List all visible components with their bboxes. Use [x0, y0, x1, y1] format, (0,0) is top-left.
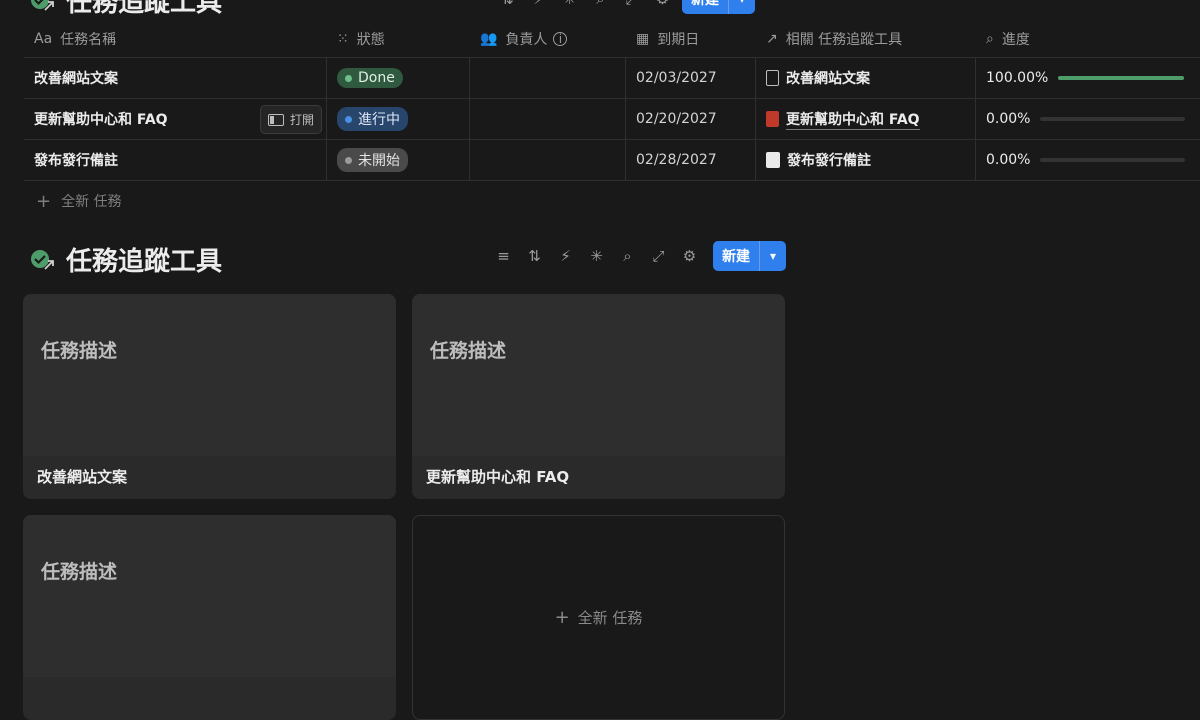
status-badge[interactable]: 未開始: [337, 148, 408, 172]
progress: 0.00%: [986, 152, 1186, 168]
status-dot: [345, 74, 352, 82]
gallery-card[interactable]: 任務描述 改善網站文案: [23, 294, 396, 499]
table-header: Aa 任務名稱 ⁙ 狀態 👥 負責人 i ▦ 到期日 ↗ 相關 任務追蹤工具 ⌕ 進度: [24, 20, 1200, 58]
sort-icon[interactable]: ⇅: [492, 0, 523, 13]
col-header-progress[interactable]: ⌕ 進度: [976, 20, 1196, 57]
doc-icon: [766, 70, 779, 86]
top-db-title[interactable]: 任務追蹤工具: [30, 0, 222, 19]
search-icon[interactable]: ⌕: [612, 242, 643, 270]
book-icon: [766, 111, 779, 127]
info-icon[interactable]: i: [553, 31, 568, 46]
card-cover: [23, 294, 396, 456]
calendar-icon: ▦: [636, 30, 650, 47]
due-date[interactable]: 02/20/2027: [636, 111, 717, 127]
due-date[interactable]: 02/03/2027: [636, 70, 717, 86]
progress-bar: [1040, 117, 1186, 121]
col-header-name[interactable]: Aa 任務名稱: [24, 20, 327, 57]
card-cover: [23, 515, 396, 677]
notepad-icon: [766, 152, 780, 168]
col-header-assignee[interactable]: 👥 負責人 i: [470, 20, 626, 57]
add-task-row[interactable]: + 全新 任務: [24, 181, 1200, 221]
progress-fill: [1058, 76, 1185, 80]
related-link[interactable]: 更新幫助中心和 FAQ: [766, 109, 920, 130]
card-description: 任務描述: [430, 340, 507, 362]
task-name[interactable]: 改善網站文案: [34, 68, 118, 88]
sort-icon[interactable]: ⇅: [519, 242, 550, 270]
chevron-down-icon[interactable]: ▾: [728, 0, 755, 14]
status-dot: [345, 156, 352, 164]
card-cover: [412, 294, 785, 456]
check-link-icon: [30, 247, 56, 273]
expand-icon[interactable]: ⤢: [616, 0, 647, 13]
gallery-db-toolbar: ≡ ⇅ ⚡ ✳ ⌕ ⤢ ⚙ 新建 ▾: [488, 241, 786, 271]
open-button[interactable]: 打開: [259, 105, 322, 134]
settings-icon[interactable]: ⚙: [674, 242, 705, 270]
card-description: 任務描述: [41, 561, 118, 583]
plus-icon: +: [554, 607, 570, 628]
table-row[interactable]: 更新幫助中心和 FAQ 打開 進行中 02/20/2027 更新幫助中心和 FA…: [24, 99, 1200, 140]
arrow-up-right-icon: ↗: [766, 30, 778, 47]
task-table: Aa 任務名稱 ⁙ 狀態 👥 負責人 i ▦ 到期日 ↗ 相關 任務追蹤工具 ⌕ 進度 改善網…: [24, 20, 1200, 221]
status-icon: ⁙: [337, 30, 349, 47]
plus-icon: +: [36, 190, 52, 212]
task-name[interactable]: 更新幫助中心和 FAQ: [34, 109, 168, 129]
expand-icon[interactable]: ⤢: [643, 242, 674, 270]
related-link[interactable]: 發布發行備註: [766, 150, 871, 170]
gallery-db-title[interactable]: 任務追蹤工具: [30, 241, 222, 278]
status-badge[interactable]: 進行中: [337, 107, 408, 131]
filter-icon[interactable]: ≡: [488, 242, 519, 270]
related-link[interactable]: 改善網站文案: [766, 68, 870, 88]
automation-icon[interactable]: ⚡: [523, 0, 554, 13]
add-task-card[interactable]: + 全新 任務: [412, 515, 785, 720]
sidepeek-icon: [267, 113, 284, 126]
ai-icon[interactable]: ✳: [554, 0, 585, 13]
text-type-icon: Aa: [34, 30, 53, 47]
task-name[interactable]: 發布發行備註: [34, 150, 118, 170]
automation-icon[interactable]: ⚡: [550, 242, 581, 270]
card-title: 更新幫助中心和 FAQ: [426, 468, 570, 486]
assignee-cell[interactable]: [470, 99, 626, 139]
check-link-icon: [30, 0, 56, 14]
people-icon: 👥: [480, 30, 498, 47]
status-dot: [345, 115, 352, 123]
card-title: 改善網站文案: [37, 468, 128, 486]
table-row[interactable]: 發布發行備註 未開始 02/28/2027 發布發行備註 0.00%: [24, 140, 1200, 181]
progress-bar: [1040, 158, 1186, 162]
assignee-cell[interactable]: [470, 58, 626, 98]
progress: 100.00%: [986, 70, 1185, 86]
col-header-status[interactable]: ⁙ 狀態: [327, 20, 470, 57]
gallery-new-button[interactable]: 新建 ▾: [713, 241, 786, 271]
gallery-card[interactable]: 任務描述 更新幫助中心和 FAQ: [412, 294, 785, 499]
due-date[interactable]: 02/28/2027: [636, 152, 717, 168]
progress-bar: [1058, 76, 1185, 80]
search-icon[interactable]: ⌕: [585, 0, 616, 13]
search-icon: ⌕: [986, 30, 994, 47]
col-header-due[interactable]: ▦ 到期日: [626, 20, 756, 57]
table-row[interactable]: 改善網站文案 Done 02/03/2027 改善網站文案 100.00%: [24, 58, 1200, 99]
top-db-toolbar: ⇅ ⚡ ✳ ⌕ ⤢ ⚙ 新建 ▾: [492, 0, 755, 14]
progress: 0.00%: [986, 111, 1186, 127]
gallery-card[interactable]: 任務描述: [23, 515, 396, 720]
top-new-button[interactable]: 新建 ▾: [682, 0, 755, 14]
col-header-related[interactable]: ↗ 相關 任務追蹤工具: [756, 20, 976, 57]
assignee-cell[interactable]: [470, 140, 626, 180]
chevron-down-icon[interactable]: ▾: [759, 241, 786, 271]
ai-icon[interactable]: ✳: [581, 242, 612, 270]
status-badge[interactable]: Done: [337, 68, 403, 88]
card-description: 任務描述: [41, 340, 118, 362]
settings-icon[interactable]: ⚙: [647, 0, 678, 13]
